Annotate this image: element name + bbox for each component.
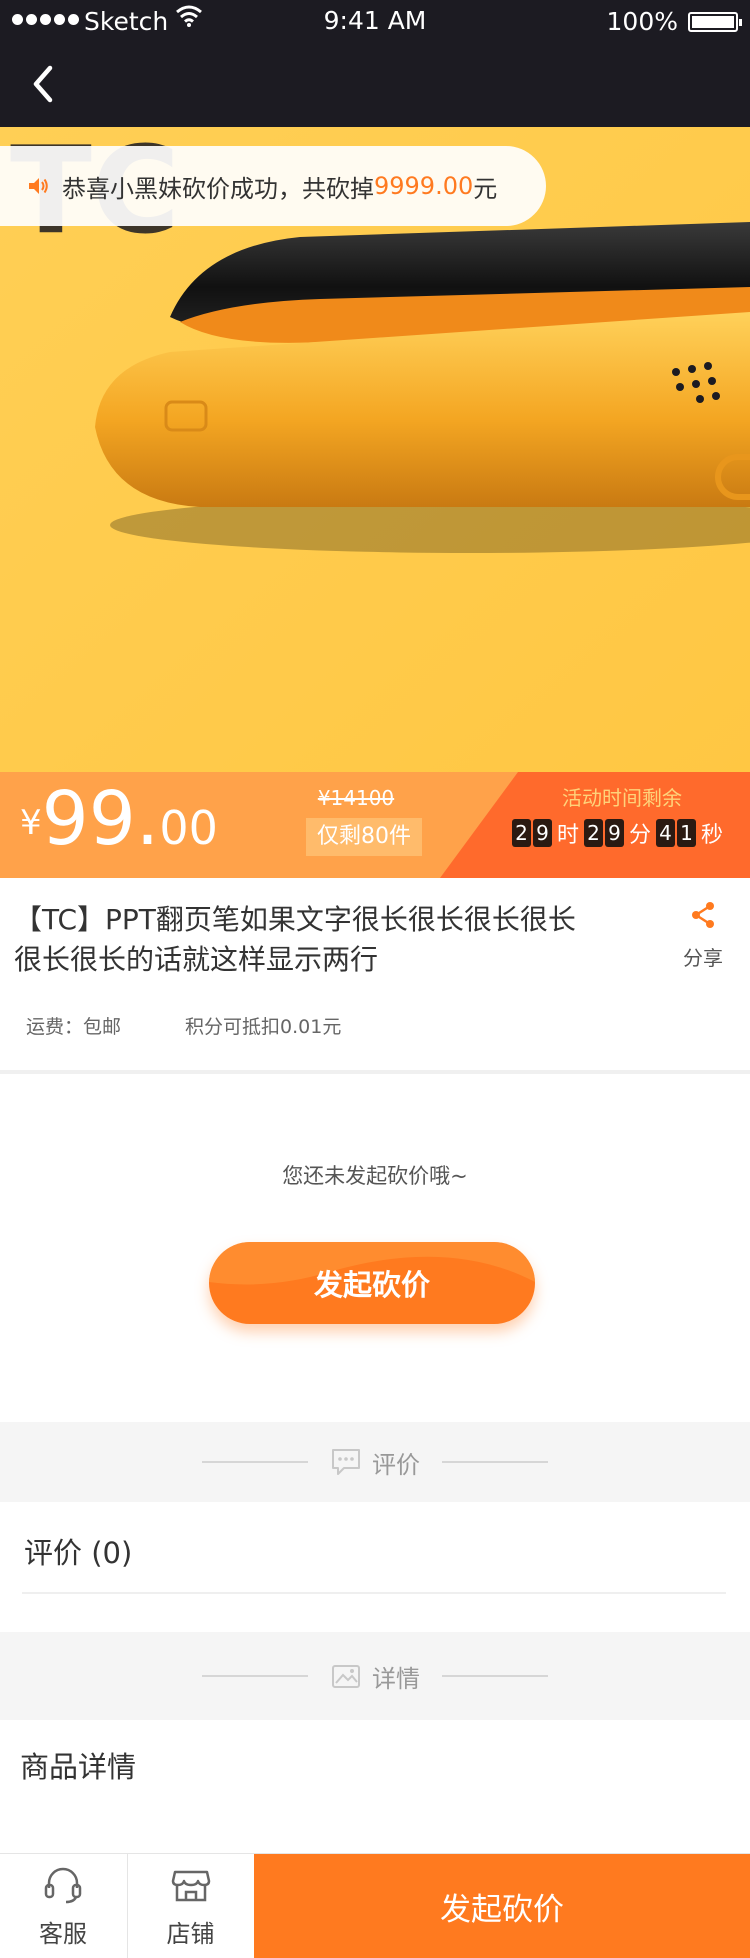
start-bargain-button[interactable]: 发起砍价 <box>209 1242 535 1324</box>
row-divider <box>22 1592 726 1594</box>
product-details-title: 商品详情 <box>20 1750 137 1784</box>
customer-service-label: 客服 <box>39 1920 87 1948</box>
store-button[interactable]: 店铺 <box>127 1854 253 1958</box>
countdown-digit: 1 <box>677 819 696 847</box>
store-label: 店铺 <box>166 1920 215 1948</box>
review-section-header: 评价 <box>0 1422 750 1502</box>
stock-badge: 仅剩80件 <box>306 818 422 856</box>
original-price: ¥14100 <box>317 786 395 810</box>
bargain-success-toast: 恭喜小黑妹砍价成功，共砍掉 9999.00 元 <box>0 146 546 226</box>
header-line <box>442 1461 548 1463</box>
detail-section-header: 详情 <box>0 1632 750 1720</box>
share-button[interactable]: 分享 <box>672 900 734 980</box>
start-bargain-cta-button[interactable]: 发起砍价 <box>254 1854 750 1958</box>
toast-amount: 9999.00 <box>374 172 474 200</box>
header-line <box>442 1675 548 1677</box>
detail-header-label: 详情 <box>372 1664 420 1693</box>
countdown-digit: 9 <box>604 819 624 847</box>
countdown-row: 2 9 时 2 9 分 4 1 秒 <box>488 817 750 849</box>
speaker-icon <box>29 178 48 194</box>
currency-symbol: ¥ <box>20 803 42 843</box>
status-bar: Sketch 9:41 AM 100% <box>0 0 750 42</box>
comment-icon <box>332 1449 360 1475</box>
customer-service-button[interactable]: 客服 <box>0 1854 126 1958</box>
product-meta: 运费：包邮 积分可抵扣0.01元 <box>26 1012 341 1039</box>
countdown-unit-seconds: 秒 <box>701 823 724 848</box>
points-info: 积分可抵扣0.01元 <box>185 1016 342 1038</box>
toast-text: 恭喜小黑妹砍价成功，共砍掉 <box>62 174 374 203</box>
back-arrow-icon[interactable] <box>26 62 66 106</box>
toast-suffix: 元 <box>473 174 498 203</box>
countdown-timer: 活动时间剩余 2 9 时 2 9 分 4 1 秒 <box>488 782 750 849</box>
start-bargain-label: 发起砍价 <box>313 1268 430 1302</box>
countdown-digit: 9 <box>532 819 552 847</box>
header-line <box>202 1461 308 1463</box>
headset-icon <box>44 1867 82 1904</box>
image-icon <box>332 1665 360 1688</box>
current-price: ¥99.00 <box>20 776 218 862</box>
countdown-unit-hours: 时 <box>556 823 579 848</box>
countdown-digit: 4 <box>656 819 675 847</box>
share-icon <box>692 902 714 928</box>
countdown-digit: 2 <box>583 819 603 847</box>
review-summary[interactable]: 评价 (0) <box>0 1502 750 1632</box>
countdown-title: 活动时间剩余 <box>562 786 682 810</box>
store-icon <box>171 1870 210 1902</box>
header-line <box>202 1675 308 1677</box>
nav-bar: Sketch 9:41 AM 100% <box>0 0 750 127</box>
product-image[interactable]: TC 恭喜小黑妹砍价成功，共砍掉 9999.00元 <box>0 127 750 772</box>
product-title: 【TC】PPT翻页笔如果文字很长很长很长很长很长很长的话就这样显示两行 <box>14 903 576 976</box>
review-count-title: 评价 (0) <box>24 1536 133 1570</box>
review-header-label: 评价 <box>372 1450 420 1479</box>
section-divider <box>0 1070 750 1074</box>
share-label: 分享 <box>683 946 723 970</box>
price-decimal: 00 <box>159 801 218 855</box>
countdown-digit: 2 <box>511 819 531 847</box>
shipping-info: 运费：包邮 <box>26 1016 122 1038</box>
bottom-action-bar: 客服 店铺 发起砍价 <box>0 1853 750 1958</box>
product-info: 【TC】PPT翻页笔如果文字很长很长很长很长很长很长的话就这样显示两行 分享 运… <box>0 878 750 1070</box>
price-bar: ¥99.00 ¥14100 仅剩80件 活动时间剩余 2 9 时 2 9 分 4… <box>0 772 750 878</box>
battery-percent: 100% <box>606 7 678 36</box>
price-integer: 99. <box>41 776 160 862</box>
bargain-hint: 您还未发起砍价哦~ <box>282 1164 468 1188</box>
battery-icon <box>688 12 742 32</box>
countdown-unit-minutes: 分 <box>628 823 651 848</box>
